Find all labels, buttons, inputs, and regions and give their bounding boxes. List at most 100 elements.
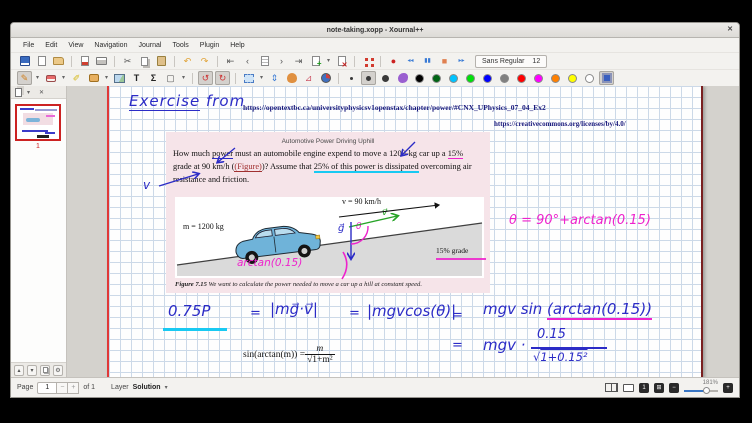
paste-icon [157, 56, 166, 66]
window-title: note-taking.xopp - Xournal++ [327, 27, 424, 34]
eraser-tool-button[interactable] [43, 71, 58, 85]
color-orange[interactable] [548, 71, 563, 85]
menu-view[interactable]: View [68, 42, 83, 49]
pen-tool-button[interactable]: ✎ [17, 71, 32, 85]
snap-grid-icon: ↻ [219, 74, 227, 83]
menu-bar: File Edit View Navigation Journal Tools … [11, 38, 739, 52]
new-file-button[interactable] [34, 54, 49, 68]
select-object-dropdown[interactable]: ▾ [103, 71, 110, 85]
sidebar-dropdown-icon[interactable]: ▾ [27, 89, 34, 96]
font-button[interactable]: Sans Regular 12 [475, 55, 547, 68]
new-page-dropdown[interactable]: ▾ [325, 54, 332, 68]
page-number-input[interactable]: 1 [37, 382, 57, 394]
notebook-page[interactable]: Exercise from https://opentextbc.ca/univ… [107, 86, 703, 377]
hand-icon [287, 73, 297, 83]
first-page-button[interactable]: ⇤ [223, 54, 238, 68]
zoom-slider-knob[interactable] [703, 387, 710, 394]
forward-button[interactable]: ▸▸ [454, 54, 469, 68]
cut-button[interactable]: ✂ [120, 54, 135, 68]
zoom-slider[interactable] [684, 387, 718, 395]
presentation-mode-button[interactable] [623, 384, 634, 392]
zoom-in-button[interactable]: + [723, 383, 733, 393]
select-rect-dropdown[interactable]: ▾ [258, 71, 265, 85]
fill-toggle-button[interactable] [395, 71, 410, 85]
document-canvas[interactable]: Exercise from https://opentextbc.ca/univ… [67, 86, 739, 377]
undo-button[interactable]: ↶ [180, 54, 195, 68]
thickness-fine-button[interactable] [344, 71, 359, 85]
eraser-dropdown[interactable]: ▾ [60, 71, 67, 85]
color-green[interactable] [463, 71, 478, 85]
title-bar[interactable]: note-taking.xopp - Xournal++ ✕ [11, 23, 739, 38]
page-thumbnail[interactable] [15, 104, 61, 141]
export-pdf-button[interactable] [77, 54, 92, 68]
dual-page-view-button[interactable] [605, 383, 618, 392]
shape-tool-button[interactable]: ▢ [163, 71, 178, 85]
color-chooser-button[interactable] [599, 71, 614, 85]
select-rect-button[interactable] [241, 71, 256, 85]
sidebar-up-button[interactable]: ▴ [14, 365, 24, 376]
color-lightblue[interactable] [446, 71, 461, 85]
redo-button[interactable]: ↷ [197, 54, 212, 68]
thickness-thick-button[interactable] [378, 71, 393, 85]
menu-plugin[interactable]: Plugin [200, 42, 219, 49]
pause-button[interactable]: ▮▮ [420, 54, 435, 68]
previous-page-button[interactable]: ‹ [240, 54, 255, 68]
delete-page-button[interactable]: ✕ [334, 54, 349, 68]
page-increment-button[interactable]: + [68, 382, 79, 394]
menu-navigation[interactable]: Navigation [94, 42, 127, 49]
stop-button[interactable]: ■ [437, 54, 452, 68]
record-button[interactable]: ● [386, 54, 401, 68]
last-page-button[interactable]: ⇥ [291, 54, 306, 68]
separator [338, 73, 339, 84]
layer-dropdown-icon[interactable]: ▾ [165, 384, 172, 391]
zoom-100-button[interactable]: 1 [639, 383, 649, 393]
close-icon[interactable]: ✕ [727, 25, 733, 33]
goto-page-button[interactable] [257, 54, 272, 68]
draw-line-button[interactable]: ⊿ [301, 71, 316, 85]
color-gray[interactable] [497, 71, 512, 85]
color-darkgreen[interactable] [429, 71, 444, 85]
shape-dropdown[interactable]: ▾ [180, 71, 187, 85]
save-button[interactable] [17, 54, 32, 68]
menu-help[interactable]: Help [230, 42, 244, 49]
menu-file[interactable]: File [23, 42, 34, 49]
print-button[interactable] [94, 54, 109, 68]
layer-value[interactable]: Solution [133, 384, 161, 391]
rewind-button[interactable]: ◂◂ [403, 54, 418, 68]
fullscreen-button[interactable] [360, 54, 375, 68]
insert-image-button[interactable] [112, 71, 127, 85]
menu-tools[interactable]: Tools [172, 42, 188, 49]
color-blue[interactable] [480, 71, 495, 85]
sidebar-duplicate-button[interactable] [40, 365, 50, 376]
color-magenta[interactable] [531, 71, 546, 85]
highlighter-tool-button[interactable]: ✐ [69, 71, 84, 85]
paste-button[interactable] [154, 54, 169, 68]
hand-tool-button[interactable] [284, 71, 299, 85]
menu-edit[interactable]: Edit [45, 42, 57, 49]
sidebar-settings-button[interactable]: ⚙ [53, 365, 63, 376]
new-page-button[interactable]: + [308, 54, 323, 68]
snap-grid-toggle[interactable]: ↻ [215, 71, 230, 85]
select-object-button[interactable] [86, 71, 101, 85]
page-decrement-button[interactable]: − [57, 382, 68, 394]
sidebar-close-icon[interactable]: ✕ [39, 89, 44, 96]
color-white[interactable] [582, 71, 597, 85]
pie-tool-button[interactable] [318, 71, 333, 85]
next-page-button[interactable]: › [274, 54, 289, 68]
snap-rotation-toggle[interactable]: ↺ [198, 71, 213, 85]
copy-button[interactable] [137, 54, 152, 68]
color-red[interactable] [514, 71, 529, 85]
menu-journal[interactable]: Journal [138, 42, 161, 49]
pen-dropdown[interactable]: ▾ [34, 71, 41, 85]
figure-link[interactable]: (Figure) [234, 162, 261, 172]
zoom-fit-button[interactable]: ⊞ [654, 383, 664, 393]
math-tex-button[interactable]: Σ [146, 71, 161, 85]
zoom-out-button[interactable]: − [669, 383, 679, 393]
vertical-space-button[interactable]: ⇕ [267, 71, 282, 85]
color-yellow[interactable] [565, 71, 580, 85]
sidebar-down-button[interactable]: ▾ [27, 365, 37, 376]
color-black[interactable] [412, 71, 427, 85]
thickness-medium-button[interactable] [361, 71, 376, 85]
open-button[interactable] [51, 54, 66, 68]
text-tool-button[interactable]: T [129, 71, 144, 85]
